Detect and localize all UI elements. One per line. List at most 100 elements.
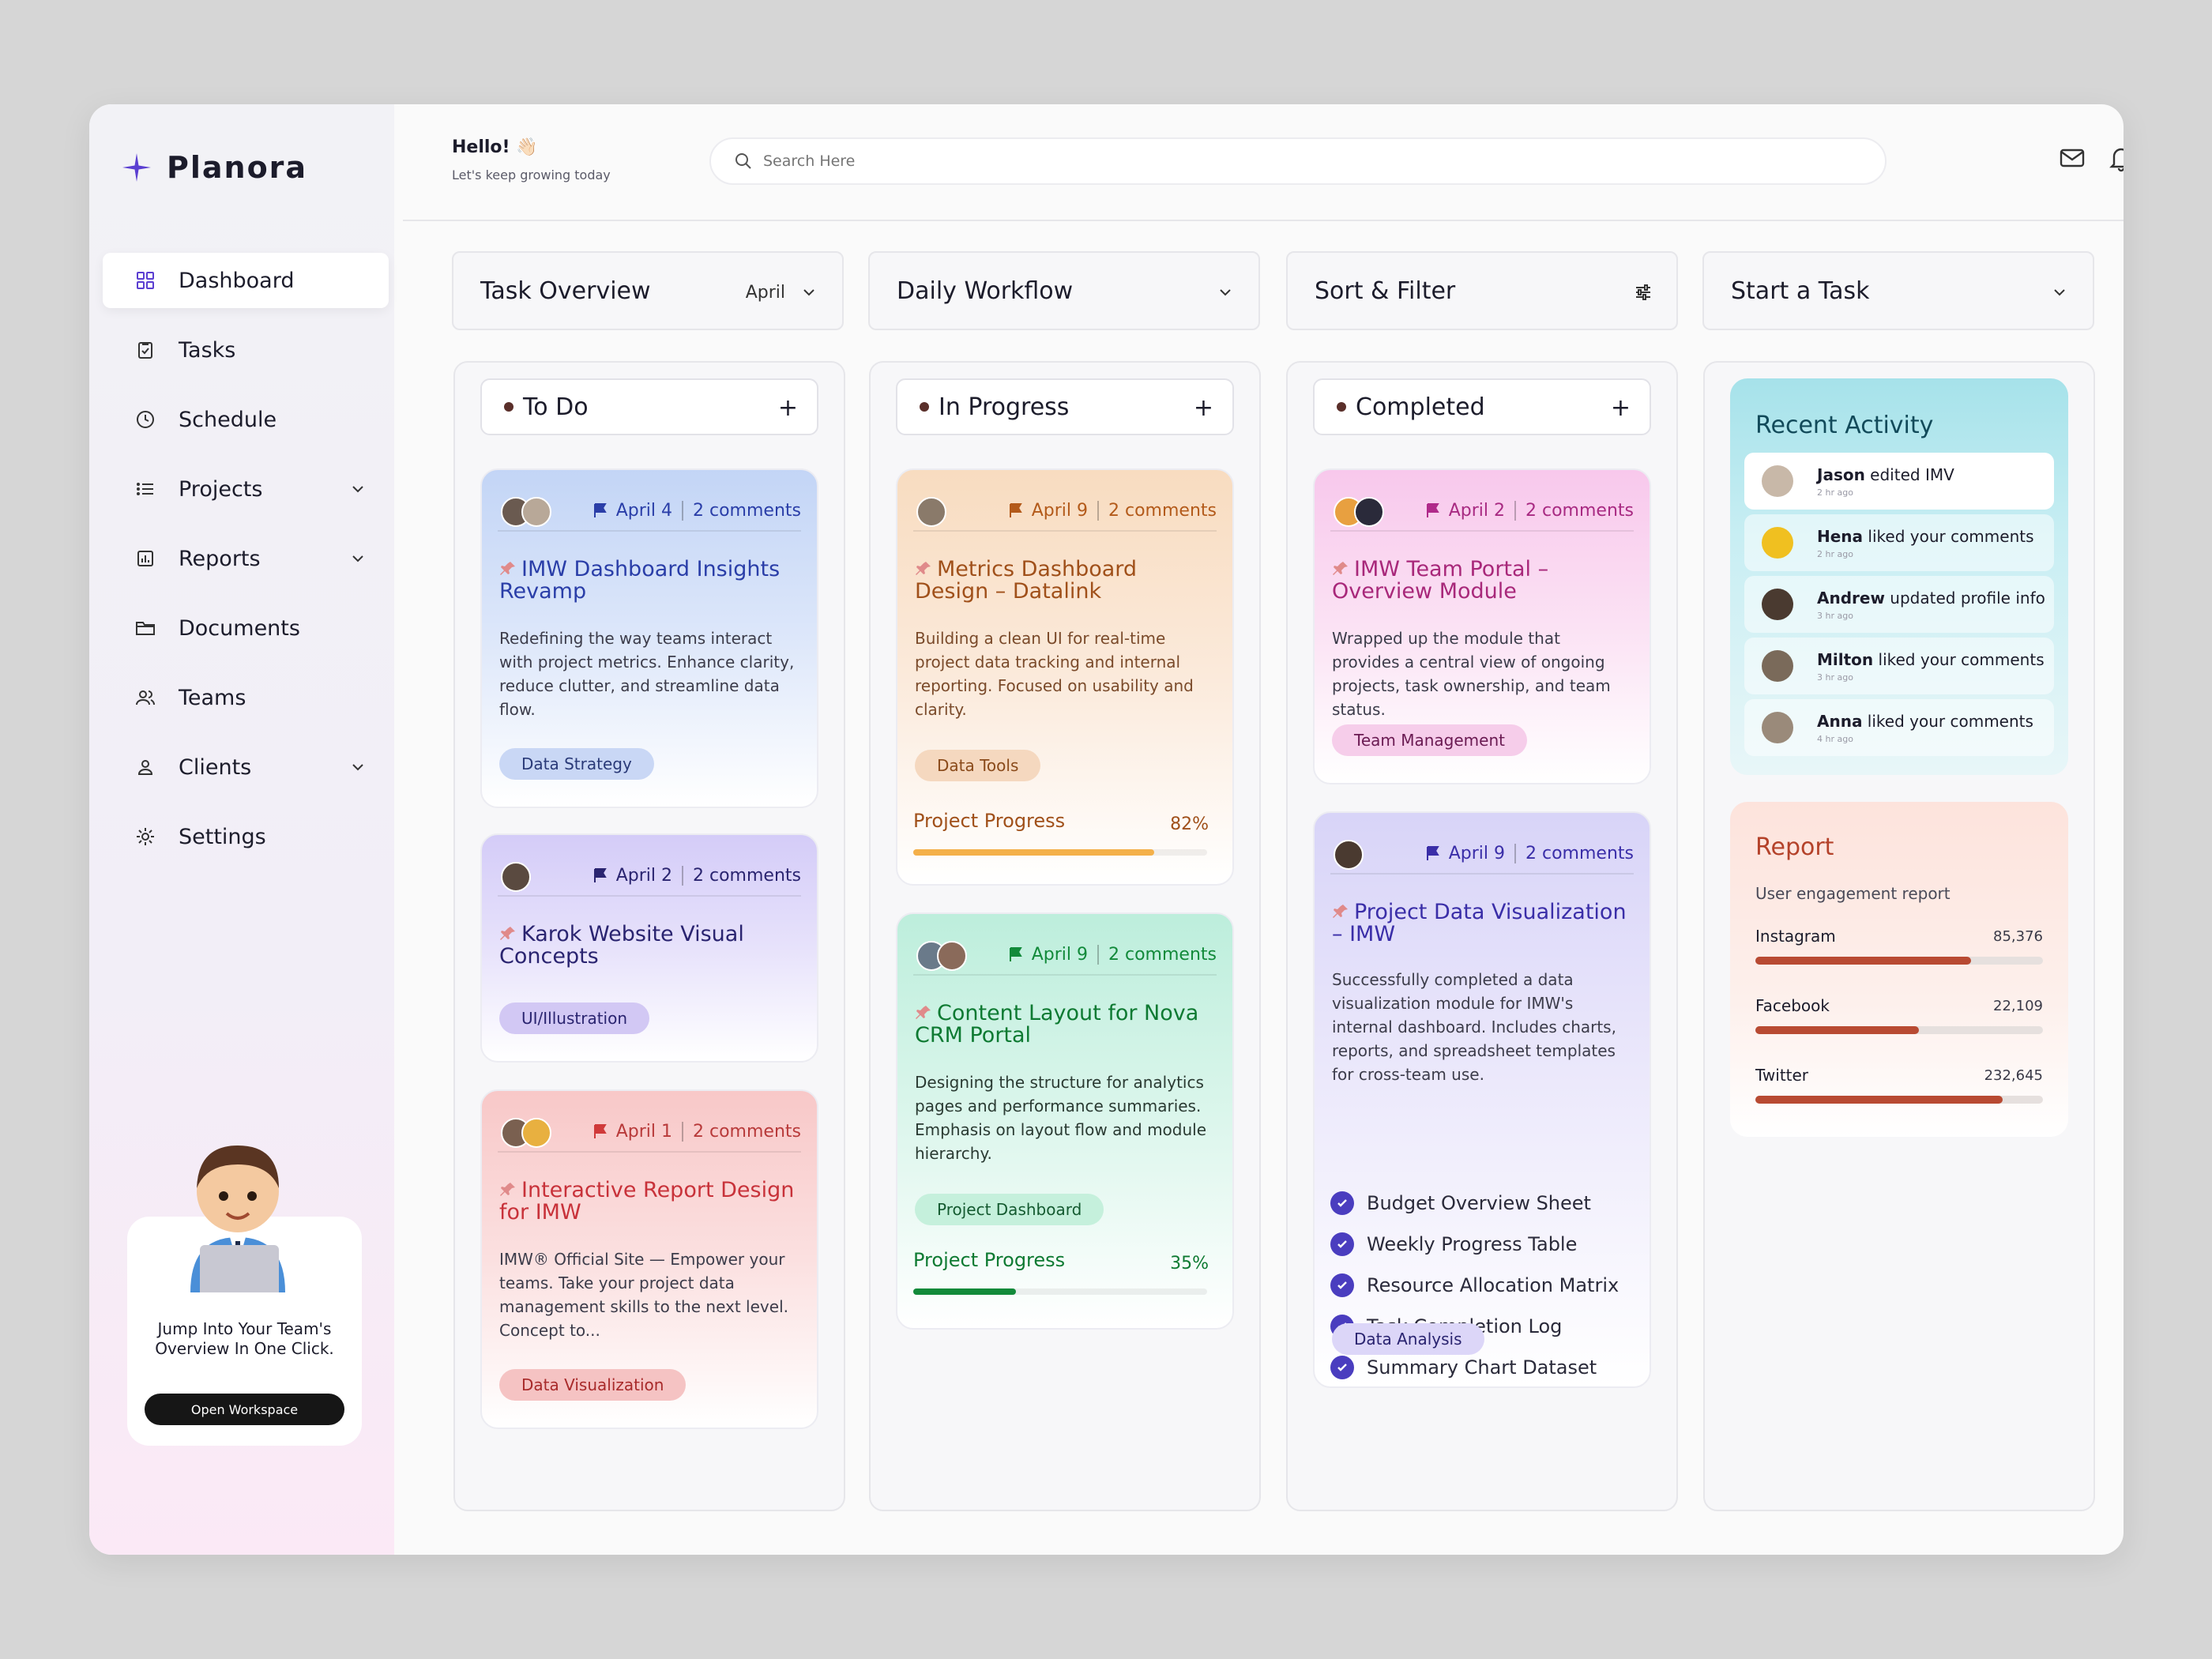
checklist-item[interactable]: Weekly Progress Table: [1330, 1224, 1634, 1265]
sidebar-item-reports[interactable]: Reports: [103, 531, 389, 586]
flag-icon: [1009, 503, 1022, 517]
card-meta: April 2 2 comments: [498, 862, 801, 897]
sidebar-item-documents[interactable]: Documents: [103, 600, 389, 656]
avatar: [1762, 465, 1793, 497]
comments-count[interactable]: 2 comments: [1525, 844, 1634, 863]
check-circle-icon: [1330, 1191, 1354, 1215]
report-bar: [1755, 957, 2043, 965]
card-title: Metrics Dashboard Design – Datalink: [915, 557, 1138, 604]
activity-item[interactable]: Hena liked your comments 2 hr ago: [1744, 514, 2054, 571]
promo-text: Jump Into Your Team's Overview In One Cl…: [155, 1319, 334, 1358]
chevron-down-icon[interactable]: [2050, 283, 2069, 302]
todo-status-header: To Do +: [480, 378, 818, 435]
sidebar-item-clients[interactable]: Clients: [103, 739, 389, 795]
sidebar-item-teams[interactable]: Teams: [103, 670, 389, 725]
task-card[interactable]: April 2 2 comments Karok Website Visual …: [480, 833, 818, 1063]
column-title: Start a Task: [1731, 276, 1870, 305]
chevron-down-icon[interactable]: [349, 480, 367, 498]
sliders-icon[interactable]: [1634, 283, 1653, 302]
comments-count[interactable]: 2 comments: [693, 866, 801, 886]
flag-icon: [593, 503, 607, 517]
sidebar-item-schedule[interactable]: Schedule: [103, 392, 389, 447]
sidebar-item-settings[interactable]: Settings: [103, 809, 389, 864]
chevron-down-icon[interactable]: [1216, 283, 1235, 302]
greeting-subtitle: Let's keep growing today: [452, 167, 611, 182]
pin-icon: [500, 1183, 515, 1196]
column-title: Sort & Filter: [1315, 276, 1456, 305]
due-date: April 2: [616, 865, 684, 886]
chevron-down-icon[interactable]: [349, 550, 367, 567]
checklist-item[interactable]: Budget Overview Sheet: [1330, 1183, 1634, 1224]
card-tag[interactable]: Project Dashboard: [915, 1194, 1104, 1225]
task-card[interactable]: April 2 2 comments IMW Team Portal – Ove…: [1313, 468, 1651, 784]
pin-icon: [1333, 562, 1348, 575]
chevron-down-icon[interactable]: [799, 283, 818, 302]
comments-count[interactable]: 2 comments: [1108, 501, 1217, 521]
activity-item[interactable]: Milton liked your comments 3 hr ago: [1744, 638, 2054, 694]
pin-icon: [500, 927, 515, 940]
checklist-item[interactable]: Resource Allocation Matrix: [1330, 1265, 1634, 1306]
logo[interactable]: Planora: [122, 144, 307, 191]
due-date: April 1: [616, 1121, 684, 1142]
bell-icon[interactable]: [2107, 144, 2124, 172]
task-card[interactable]: April 9 2 comments Content Layout for No…: [896, 912, 1234, 1330]
recent-activity-panel: Recent Activity Jason edited IMV 2 hr ag…: [1730, 378, 2068, 775]
clock-icon: [134, 408, 156, 431]
card-meta: April 9 2 comments: [913, 941, 1217, 976]
task-card[interactable]: April 1 2 comments Interactive Report De…: [480, 1089, 818, 1429]
status-dot: [920, 402, 929, 412]
card-tag[interactable]: Data Strategy: [499, 748, 654, 780]
avatar-group: [1334, 497, 1384, 527]
comments-count[interactable]: 2 comments: [1525, 501, 1634, 521]
clipboard-check-icon: [134, 339, 156, 361]
card-meta: April 4 2 comments: [498, 497, 801, 532]
sidebar-item-label: Documents: [179, 615, 300, 641]
report-bar-fill: [1755, 1026, 1920, 1034]
activity-text: Anna liked your comments: [1817, 712, 2033, 731]
add-task-button[interactable]: +: [1194, 394, 1213, 422]
open-workspace-button[interactable]: Open Workspace: [145, 1394, 344, 1425]
card-description: Successfully completed a data visualizat…: [1332, 970, 1616, 1084]
user-icon: [134, 756, 156, 778]
sort-filter-header[interactable]: Sort & Filter: [1286, 251, 1678, 330]
start-task-header[interactable]: Start a Task: [1702, 251, 2094, 330]
task-card[interactable]: April 9 2 comments Metrics Dashboard Des…: [896, 468, 1234, 886]
card-meta: April 9 2 comments: [913, 497, 1217, 532]
card-tag[interactable]: UI/Illustration: [499, 1003, 650, 1034]
activity-item[interactable]: Jason edited IMV 2 hr ago: [1744, 453, 2054, 510]
add-task-button[interactable]: +: [1611, 394, 1631, 422]
task-card[interactable]: April 9 2 comments Project Data Visualiz…: [1313, 811, 1651, 1388]
daily-workflow-header[interactable]: Daily Workflow: [868, 251, 1260, 330]
activity-time: 3 hr ago: [1817, 611, 1853, 621]
comments-count[interactable]: 2 comments: [1108, 945, 1217, 965]
grid-icon: [134, 269, 156, 292]
month-selector[interactable]: April: [746, 283, 785, 303]
activity-item[interactable]: Anna liked your comments 4 hr ago: [1744, 699, 2054, 756]
card-tag[interactable]: Data Visualization: [499, 1369, 687, 1401]
report-panel: Report User engagement report Instagram …: [1730, 802, 2068, 1137]
avatar-group: [501, 862, 531, 892]
search-input[interactable]: [763, 152, 1790, 170]
avatar: [501, 862, 531, 892]
comments-count[interactable]: 2 comments: [693, 501, 801, 521]
sidebar-item-dashboard[interactable]: Dashboard: [103, 253, 389, 308]
mail-icon[interactable]: [2058, 144, 2086, 172]
checklist: Budget Overview Sheet Weekly Progress Ta…: [1330, 1183, 1634, 1386]
due-date: April 9: [1032, 500, 1100, 521]
add-task-button[interactable]: +: [778, 394, 798, 422]
report-row-label: Instagram: [1755, 927, 1836, 946]
avatar-group: [1334, 840, 1364, 870]
avatar: [1762, 650, 1793, 682]
activity-column: Recent Activity Jason edited IMV 2 hr ag…: [1703, 361, 2095, 1511]
sidebar-item-projects[interactable]: Projects: [103, 461, 389, 517]
card-tag[interactable]: Data Analysis: [1332, 1323, 1484, 1355]
comments-count[interactable]: 2 comments: [693, 1122, 801, 1142]
chevron-down-icon[interactable]: [349, 758, 367, 776]
sidebar-item-tasks[interactable]: Tasks: [103, 322, 389, 378]
card-tag[interactable]: Data Tools: [915, 750, 1041, 781]
activity-item[interactable]: Andrew updated profile info 3 hr ago: [1744, 576, 2054, 633]
task-overview-header[interactable]: Task Overview April: [452, 251, 844, 330]
task-card[interactable]: April 4 2 comments IMW Dashboard Insight…: [480, 468, 818, 808]
search-bar[interactable]: [709, 137, 1887, 185]
card-tag[interactable]: Team Management: [1332, 724, 1527, 756]
